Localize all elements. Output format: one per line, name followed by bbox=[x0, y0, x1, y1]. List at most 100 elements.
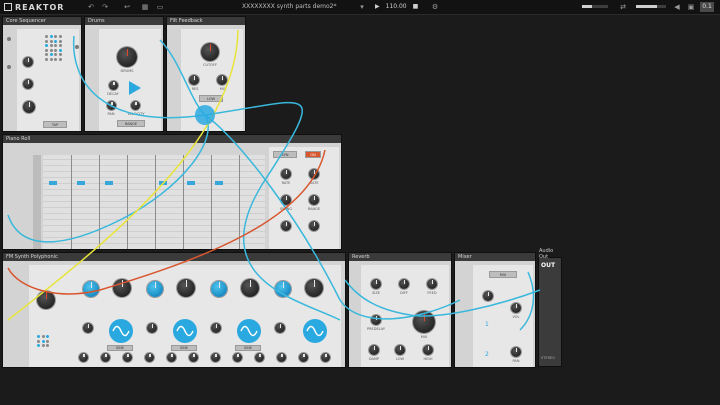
step-grid[interactable] bbox=[45, 35, 62, 61]
knob[interactable] bbox=[281, 221, 291, 231]
velocity-knob[interactable] bbox=[131, 101, 140, 110]
module-title[interactable]: Reverb bbox=[349, 253, 451, 261]
note-block[interactable] bbox=[105, 181, 113, 185]
note-block[interactable] bbox=[187, 181, 195, 185]
mix-knob[interactable] bbox=[217, 75, 227, 85]
knob[interactable] bbox=[309, 221, 319, 231]
range-knob[interactable] bbox=[309, 195, 319, 205]
volume-value[interactable]: 0.1 bbox=[700, 2, 714, 12]
env-knob[interactable] bbox=[211, 353, 220, 362]
input-jack[interactable] bbox=[7, 37, 11, 41]
tap-button[interactable]: TAP bbox=[43, 121, 67, 128]
stop-icon[interactable]: ■ bbox=[413, 2, 419, 12]
env-knob[interactable] bbox=[189, 353, 198, 362]
op1-amount-knob[interactable] bbox=[113, 279, 131, 297]
seq-knob-1[interactable] bbox=[23, 57, 33, 67]
waveform-select[interactable]: SINE bbox=[107, 345, 133, 351]
note-block[interactable] bbox=[77, 181, 85, 185]
module-title[interactable]: Mixer bbox=[455, 253, 535, 261]
res-knob[interactable] bbox=[189, 75, 199, 85]
env-knob[interactable] bbox=[167, 353, 176, 362]
tempo-display[interactable]: 110.00 bbox=[386, 2, 407, 12]
op3-amount-knob[interactable] bbox=[241, 279, 259, 297]
op1-fine-knob[interactable] bbox=[83, 323, 93, 333]
mix-knob[interactable] bbox=[413, 311, 435, 333]
op2-ratio-knob[interactable] bbox=[147, 281, 163, 297]
window-icon[interactable]: ▣ bbox=[686, 2, 696, 12]
damp-knob[interactable] bbox=[369, 345, 379, 355]
module-title[interactable]: Drums bbox=[85, 17, 163, 25]
on-button[interactable]: ON bbox=[305, 151, 321, 158]
pan-knob[interactable] bbox=[511, 347, 521, 357]
pan-knob[interactable] bbox=[107, 101, 116, 110]
chevron-down-icon[interactable]: ▾ bbox=[358, 2, 366, 12]
decay-knob[interactable] bbox=[109, 81, 118, 90]
gate-knob[interactable] bbox=[309, 169, 319, 179]
speaker-icon[interactable]: ◀ bbox=[672, 2, 682, 12]
undo-icon[interactable]: ↶ bbox=[86, 2, 96, 12]
low-knob[interactable] bbox=[395, 345, 405, 355]
op3-ratio-knob[interactable] bbox=[211, 281, 227, 297]
op3-fine-knob[interactable] bbox=[211, 323, 221, 333]
module-title[interactable]: Core Sequencer bbox=[3, 17, 81, 25]
sync-button[interactable]: SYN bbox=[273, 151, 297, 158]
panel-icon[interactable]: ▭ bbox=[155, 2, 165, 12]
connect-icon[interactable]: ⇄ bbox=[618, 2, 628, 12]
filename-label[interactable]: XXXXXXXX synth parts demo2* bbox=[242, 2, 337, 12]
module-title[interactable]: Audio Out bbox=[539, 248, 563, 260]
swing-knob[interactable] bbox=[281, 195, 291, 205]
sine-wave-icon[interactable] bbox=[109, 319, 133, 343]
waveform-select[interactable]: SINE bbox=[235, 345, 261, 351]
output-jack[interactable] bbox=[75, 45, 79, 49]
predelay-knob[interactable] bbox=[371, 315, 381, 325]
mix-mode-button[interactable]: MIX bbox=[489, 271, 517, 278]
seq-knob-2[interactable] bbox=[23, 79, 33, 89]
op2-fine-knob[interactable] bbox=[147, 323, 157, 333]
op4-amount-knob[interactable] bbox=[305, 279, 323, 297]
diff-knob[interactable] bbox=[399, 279, 409, 289]
piano-roll-grid[interactable] bbox=[43, 155, 265, 249]
env-knob[interactable] bbox=[123, 353, 132, 362]
note-block[interactable] bbox=[49, 181, 57, 185]
size-knob[interactable] bbox=[371, 279, 381, 289]
note-block[interactable] bbox=[159, 181, 167, 185]
preset-grid[interactable] bbox=[37, 335, 49, 347]
back-icon[interactable]: ↩ bbox=[122, 2, 132, 12]
env-knob[interactable] bbox=[79, 353, 88, 362]
high-knob[interactable] bbox=[423, 345, 433, 355]
seq-knob-3[interactable] bbox=[23, 101, 35, 113]
env-knob[interactable] bbox=[299, 353, 308, 362]
main-level-knob[interactable] bbox=[37, 291, 55, 309]
op4-fine-knob[interactable] bbox=[275, 323, 285, 333]
filter-mode-button[interactable]: LOW bbox=[199, 95, 223, 102]
range-select[interactable]: RANGE bbox=[117, 120, 145, 127]
vol-knob[interactable] bbox=[483, 291, 493, 301]
redo-icon[interactable]: ↷ bbox=[100, 2, 110, 12]
input-jack[interactable] bbox=[7, 65, 11, 69]
sine-wave-icon[interactable] bbox=[303, 319, 327, 343]
env-knob[interactable] bbox=[233, 353, 242, 362]
waveform-select[interactable]: SINE bbox=[171, 345, 197, 351]
op1-ratio-knob[interactable] bbox=[83, 281, 99, 297]
env-knob[interactable] bbox=[255, 353, 264, 362]
env-knob[interactable] bbox=[145, 353, 154, 362]
grid-icon[interactable]: ▦ bbox=[140, 2, 150, 12]
env-knob[interactable] bbox=[277, 353, 286, 362]
module-title[interactable]: FM Synth Polyphonic bbox=[3, 253, 345, 261]
env-knob[interactable] bbox=[321, 353, 330, 362]
cutoff-knob[interactable] bbox=[201, 43, 219, 61]
vol-knob-2[interactable] bbox=[511, 303, 521, 313]
module-title[interactable]: Piano Roll bbox=[3, 135, 341, 143]
drums-main-knob[interactable] bbox=[117, 47, 137, 67]
play-triangle-icon[interactable] bbox=[129, 81, 141, 95]
note-block[interactable] bbox=[215, 181, 223, 185]
module-title[interactable]: Filt Feedback bbox=[167, 17, 245, 25]
rate-knob[interactable] bbox=[281, 169, 291, 179]
env-knob[interactable] bbox=[101, 353, 110, 362]
settings-icon[interactable]: ⚙ bbox=[430, 2, 440, 12]
feed-knob[interactable] bbox=[427, 279, 437, 289]
sine-wave-icon[interactable] bbox=[173, 319, 197, 343]
op2-amount-knob[interactable] bbox=[177, 279, 195, 297]
sine-wave-icon[interactable] bbox=[237, 319, 261, 343]
op4-ratio-knob[interactable] bbox=[275, 281, 291, 297]
